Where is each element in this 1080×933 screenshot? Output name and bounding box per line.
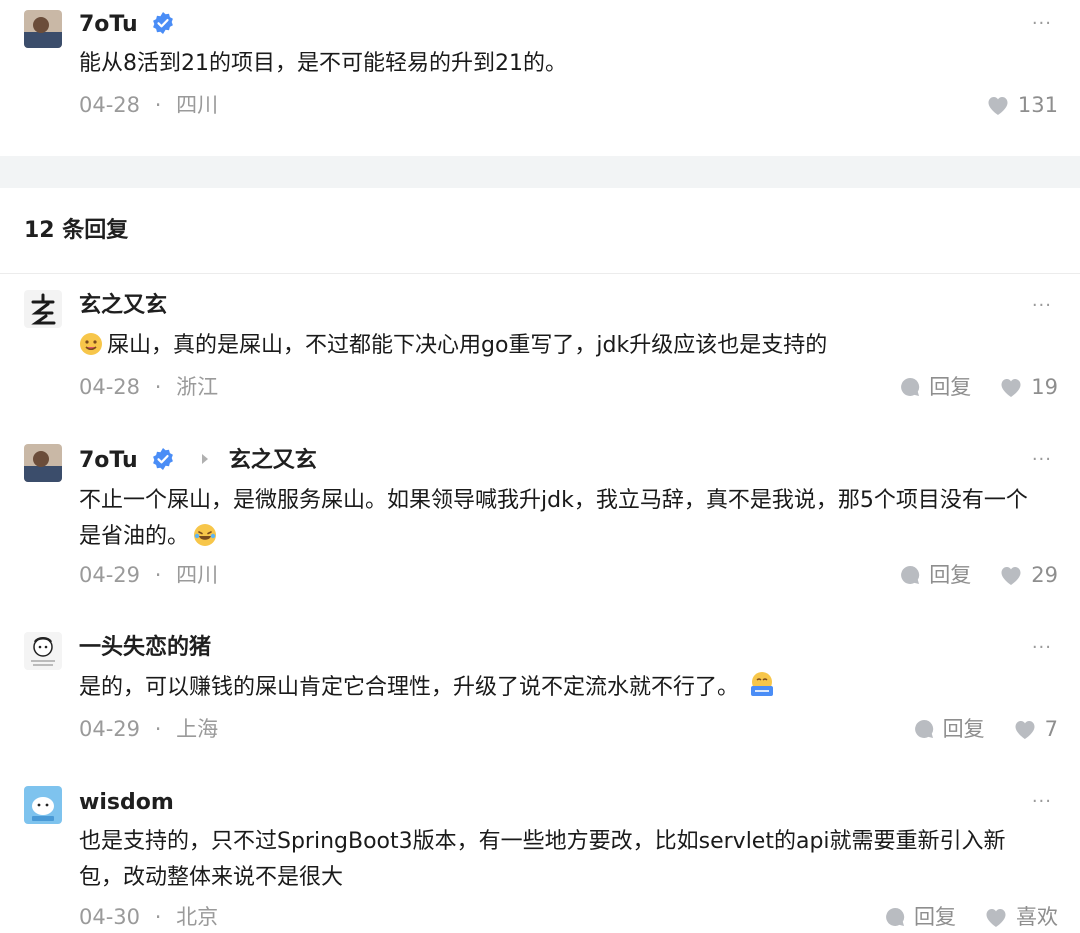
meta-separator: · <box>154 375 162 399</box>
reply-actions: 回复 喜欢 <box>884 903 1058 931</box>
reply-meta: 04-29 · 四川 <box>79 561 218 589</box>
like-button[interactable]: 喜欢 <box>984 903 1058 931</box>
reply-button[interactable]: 回复 <box>899 373 971 401</box>
comment-bubble-icon <box>901 565 920 584</box>
reply-date: 04-29 <box>79 717 141 741</box>
reply-text-body: 不止一个屎山，是微服务屎山。如果领导喊我升jdk，我立马辞，真不是我说，那5个项… <box>79 488 1028 549</box>
reply-date: 04-29 <box>79 563 141 587</box>
like-button[interactable]: 19 <box>999 373 1058 401</box>
reply-text: 屎山，真的是屎山，不过都能下决心用go重写了，jdk升级应该也是支持的 <box>79 328 1040 364</box>
laughing-crying-emoji-icon <box>194 524 217 546</box>
post-meta: 04-28 · 四川 <box>79 91 218 119</box>
reply-actions: 回复 19 <box>899 373 1058 401</box>
like-button[interactable]: 29 <box>999 561 1058 589</box>
post-location: 四川 <box>176 93 219 117</box>
reply-location: 四川 <box>176 563 219 587</box>
reply-button[interactable]: 回复 <box>884 903 956 931</box>
like-button[interactable]: 7 <box>1013 715 1058 743</box>
like-label: 喜欢 <box>1016 905 1058 929</box>
like-count: 7 <box>1044 717 1058 741</box>
reply-button-label: 回复 <box>929 375 972 399</box>
meta-separator: · <box>154 905 162 929</box>
heart-icon <box>986 909 1006 927</box>
replies-count-header: 12 条回复 <box>24 218 129 243</box>
header-divider <box>0 273 1080 274</box>
avatar[interactable] <box>24 444 62 482</box>
reply-meta: 04-30 · 北京 <box>79 903 218 931</box>
heart-icon <box>988 97 1008 115</box>
meta-separator: · <box>154 563 162 587</box>
reply-to-username[interactable]: 玄之又玄 <box>229 448 317 473</box>
drooling-face-emoji-icon <box>80 333 102 355</box>
comment-bubble-icon <box>914 719 933 738</box>
reply-text: 也是支持的，只不过SpringBoot3版本，有一些地方要改，比如servlet… <box>79 829 1006 890</box>
reply-meta: 04-29 · 上海 <box>79 715 218 743</box>
comment-bubble-icon <box>901 377 920 396</box>
heart-icon <box>1001 379 1021 397</box>
post-actions: 131 <box>986 91 1058 119</box>
post-text: 能从8活到21的项目，是不可能轻易的升到21的。 <box>79 51 567 76</box>
more-dots-icon[interactable]: ··· <box>1032 638 1052 658</box>
praise-sticker-emoji-icon <box>751 672 774 696</box>
reply-location: 上海 <box>176 717 219 741</box>
heart-icon <box>1001 567 1021 585</box>
like-count: 131 <box>1017 93 1058 117</box>
username[interactable]: 7oTu <box>79 12 138 37</box>
like-button[interactable]: 131 <box>986 91 1058 119</box>
reply-text-body: 屎山，真的是屎山，不过都能下决心用go重写了，jdk升级应该也是支持的 <box>107 333 828 358</box>
triangle-right-icon <box>202 454 209 464</box>
reply-button-label: 回复 <box>929 563 972 587</box>
comment-bubble-icon <box>886 907 905 926</box>
reply-username-row: 7oTu 玄之又玄 <box>79 446 317 476</box>
reply-date: 04-30 <box>79 905 141 929</box>
reply-location: 浙江 <box>176 375 219 399</box>
reply-text: 不止一个屎山，是微服务屎山。如果领导喊我升jdk，我立马辞，真不是我说，那5个项… <box>79 483 1040 555</box>
reply-location: 北京 <box>176 905 219 929</box>
more-dots-icon[interactable]: ··· <box>1032 792 1052 812</box>
reply-date: 04-28 <box>79 375 141 399</box>
reply-meta: 04-28 · 浙江 <box>79 373 218 401</box>
username[interactable]: 玄之又玄 <box>79 291 167 321</box>
like-count: 29 <box>1031 563 1058 587</box>
reply-text-body: 是的，可以赚钱的屎山肯定它合理性，升级了说不定流水就不行了。 <box>79 675 740 700</box>
verified-badge-icon <box>153 12 174 34</box>
meta-separator: · <box>154 717 162 741</box>
username[interactable]: 一头失恋的猪 <box>79 633 211 663</box>
reply-text: 是的，可以赚钱的屎山肯定它合理性，升级了说不定流水就不行了。 <box>79 670 1040 706</box>
reply-button-label: 回复 <box>914 905 956 929</box>
like-count: 19 <box>1031 375 1058 399</box>
avatar[interactable] <box>24 10 62 48</box>
more-dots-icon[interactable]: ··· <box>1032 296 1052 316</box>
username[interactable]: wisdom <box>79 788 174 818</box>
post-date: 04-28 <box>79 93 141 117</box>
more-dots-icon[interactable]: ··· <box>1032 14 1052 34</box>
section-divider <box>0 156 1080 188</box>
verified-badge-icon <box>153 448 174 470</box>
reply-actions: 回复 29 <box>899 561 1058 589</box>
avatar[interactable] <box>24 290 62 328</box>
heart-icon <box>1015 721 1035 739</box>
avatar[interactable] <box>24 786 62 824</box>
meta-separator: · <box>154 93 162 117</box>
reply-actions: 回复 7 <box>913 715 1058 743</box>
reply-button[interactable]: 回复 <box>913 715 985 743</box>
post-username-row: 7oTu <box>79 10 175 40</box>
avatar[interactable] <box>24 632 62 670</box>
reply-button-label: 回复 <box>942 717 985 741</box>
username[interactable]: 7oTu <box>79 448 138 473</box>
more-dots-icon[interactable]: ··· <box>1032 450 1052 470</box>
reply-button[interactable]: 回复 <box>899 561 971 589</box>
